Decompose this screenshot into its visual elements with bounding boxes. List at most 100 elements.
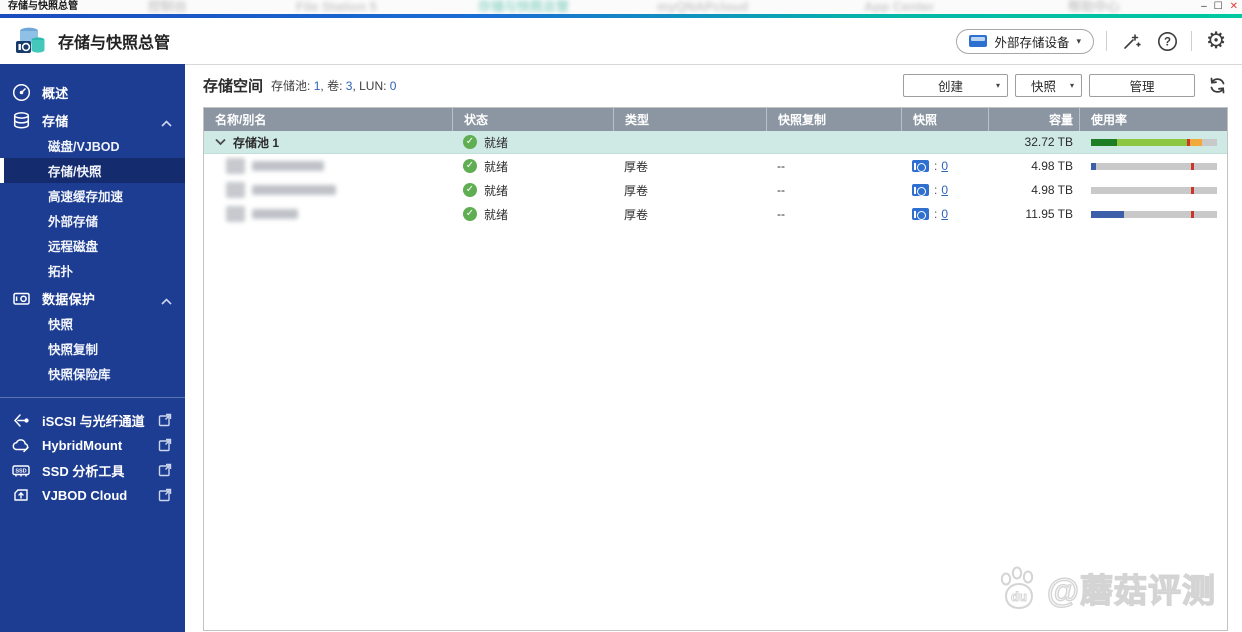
sidebar-section-data-protection[interactable]: 数据保护 — [0, 286, 185, 311]
column-header-name[interactable]: 名称/别名 — [204, 108, 452, 131]
column-header-snapshot[interactable]: 快照 — [901, 108, 988, 131]
volume-capacity: 11.95 TB — [1025, 207, 1073, 221]
volume-status: 就绪 — [484, 159, 509, 174]
storage-summary: 存储池: 1, 卷: 3, LUN: 0 — [271, 79, 397, 93]
chevron-down-icon: ▾ — [1069, 81, 1074, 90]
sidebar-divider — [0, 397, 185, 398]
volume-snapshot-replica: -- — [777, 183, 785, 197]
status-ok-icon: ✓ — [463, 159, 477, 173]
taskbar-tab-app-center[interactable]: App Center — [864, 0, 934, 14]
maximize-button[interactable]: ☐ — [1214, 0, 1223, 14]
pool-status: 就绪 — [484, 135, 509, 150]
volume-snapshot-replica: -- — [777, 207, 785, 221]
taskbar-tab-help-center[interactable]: 帮助中心 — [1068, 0, 1120, 14]
volume-type: 厚卷 — [624, 207, 649, 222]
volume-usage-bar — [1091, 186, 1217, 194]
snapshot-count-link[interactable]: 0 — [941, 183, 948, 197]
taskbar-tab-storage-snapshots[interactable]: 存储与快照总管 — [478, 0, 569, 14]
column-header-capacity[interactable]: 容量 — [988, 108, 1079, 131]
sidebar: 概述 存储 磁盘/VJBOD 存储/快照 高速缓存加速 外部存储 远程磁盘 拓扑 — [0, 64, 185, 632]
close-button[interactable]: ✕ — [1230, 0, 1238, 14]
status-ok-icon: ✓ — [463, 207, 477, 221]
smart-assistant-wand-icon[interactable] — [1119, 29, 1143, 53]
external-link-icon — [158, 413, 172, 430]
usb-device-icon — [969, 35, 988, 47]
sidebar-item-overview[interactable]: 概述 — [0, 80, 185, 105]
table-row-volume[interactable]: ✓ 就绪 厚卷 -- : 0 4.98 TB — [204, 178, 1227, 202]
snapshot-camera-icon — [912, 184, 929, 196]
snapshot-button[interactable]: 快照 ▾ — [1015, 74, 1082, 97]
sidebar-item-storage-snapshots[interactable]: 存储/快照 — [0, 158, 185, 183]
app-header: 存储与快照总管 外部存储设备 ▾ ? ⚙ — [0, 18, 1242, 64]
sidebar-item-disks-vjbod[interactable]: 磁盘/VJBOD — [0, 133, 185, 158]
sidebar-item-hybridmount[interactable]: HybridMount — [0, 433, 185, 458]
volume-capacity: 4.98 TB — [1031, 183, 1073, 197]
status-ok-icon: ✓ — [463, 135, 477, 149]
external-storage-device-button[interactable]: 外部存储设备 ▾ — [956, 28, 1094, 54]
external-link-icon — [158, 438, 172, 455]
sidebar-item-snapshot-vault[interactable]: 快照保险库 — [0, 361, 185, 386]
volume-status: 就绪 — [484, 183, 509, 198]
sidebar-item-snapshot-replica[interactable]: 快照复制 — [0, 336, 185, 361]
sidebar-item-vjbod-cloud[interactable]: VJBOD Cloud — [0, 483, 185, 508]
volume-capacity: 4.98 TB — [1031, 159, 1073, 173]
column-header-snapshot-replica[interactable]: 快照复制 — [766, 108, 901, 131]
manage-button[interactable]: 管理 — [1089, 74, 1195, 97]
volume-type: 厚卷 — [624, 159, 649, 174]
cloud-icon — [11, 436, 31, 456]
column-header-type[interactable]: 类型 — [613, 108, 766, 131]
svg-text:SSD: SSD — [15, 468, 26, 474]
refresh-icon[interactable] — [1206, 75, 1228, 97]
sidebar-item-snapshot[interactable]: 快照 — [0, 311, 185, 336]
settings-gear-icon[interactable]: ⚙ — [1204, 29, 1228, 53]
table-row-storage-pool[interactable]: 存储池 1 ✓ 就绪 32.72 TB — [204, 131, 1227, 154]
window-controls: – ☐ ✕ — [1201, 0, 1238, 14]
header-divider — [1106, 31, 1107, 51]
table-header-row: 名称/别名 状态 类型 快照复制 快照 容量 使用率 — [204, 108, 1227, 131]
sidebar-item-cache-acceleration[interactable]: 高速缓存加速 — [0, 183, 185, 208]
sidebar-item-iscsi-fc[interactable]: iSCSI 与光纤通道 — [0, 408, 185, 433]
table-row-volume[interactable]: ✓ 就绪 厚卷 -- : 0 11.95 TB — [204, 202, 1227, 226]
chevron-up-icon[interactable] — [161, 116, 172, 131]
taskbar-tab-file-station[interactable]: File Station 5 — [296, 0, 377, 14]
os-taskbar: 存储与快照总管 控制台 File Station 5 存储与快照总管 myQNA… — [0, 0, 1242, 14]
expand-chevron-icon[interactable] — [215, 138, 226, 146]
page-title: 存储与快照总管 — [58, 35, 171, 52]
chevron-up-icon[interactable] — [161, 294, 172, 309]
disk-stack-icon — [11, 111, 31, 131]
taskbar-tab-control-panel[interactable]: 控制台 — [148, 0, 187, 14]
taskbar-tab-myqnapcloud[interactable]: myQNAPcloud — [657, 0, 748, 14]
volume-icon-redacted — [226, 182, 245, 198]
snapshot-camera-icon — [912, 208, 929, 220]
volume-status: 就绪 — [484, 207, 509, 222]
external-link-icon — [158, 488, 172, 505]
snapshot-camera-icon — [11, 289, 31, 309]
column-header-usage[interactable]: 使用率 — [1079, 108, 1227, 131]
column-header-status[interactable]: 状态 — [452, 108, 613, 131]
help-icon[interactable]: ? — [1155, 29, 1179, 53]
create-button[interactable]: 创建 ▾ — [903, 74, 1008, 97]
iscsi-icon — [11, 411, 31, 431]
snapshot-count-link[interactable]: 0 — [941, 207, 948, 221]
pool-capacity: 32.72 TB — [1024, 135, 1073, 149]
sidebar-item-topology[interactable]: 拓扑 — [0, 258, 185, 283]
sidebar-item-ssd-profiling[interactable]: SSD SSD 分析工具 — [0, 458, 185, 483]
header-divider — [1191, 31, 1192, 51]
external-link-icon — [158, 463, 172, 480]
storage-snapshots-app-icon — [16, 27, 45, 53]
sidebar-item-external-storage[interactable]: 外部存储 — [0, 208, 185, 233]
snapshot-camera-icon — [912, 160, 929, 172]
volume-name-redacted — [252, 161, 324, 171]
volume-usage-bar — [1091, 162, 1217, 170]
taskbar-active-app-label[interactable]: 存储与快照总管 — [8, 0, 78, 14]
volume-snapshot-replica: -- — [777, 159, 785, 173]
chevron-down-icon: ▾ — [1076, 35, 1081, 46]
volume-name-redacted — [252, 185, 336, 195]
minimize-button[interactable]: – — [1201, 0, 1207, 14]
snapshot-count-link[interactable]: 0 — [941, 159, 948, 173]
volume-name-redacted — [252, 209, 298, 219]
table-row-volume[interactable]: ✓ 就绪 厚卷 -- : 0 4.98 TB — [204, 154, 1227, 178]
chevron-down-icon: ▾ — [995, 81, 1000, 90]
sidebar-item-remote-disk[interactable]: 远程磁盘 — [0, 233, 185, 258]
sidebar-section-storage[interactable]: 存储 — [0, 108, 185, 133]
